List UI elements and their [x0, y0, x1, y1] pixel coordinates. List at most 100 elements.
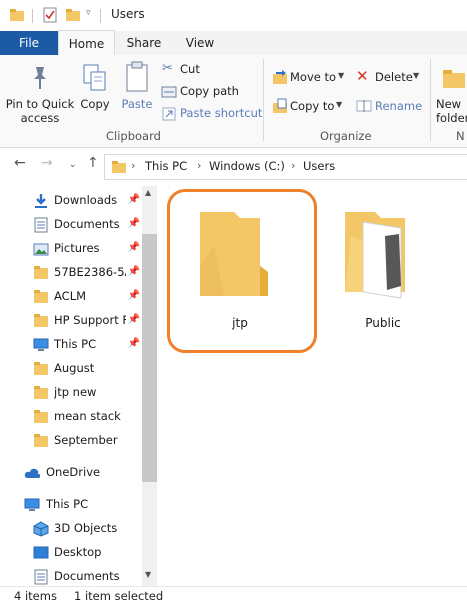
new-folder-icon[interactable] — [65, 7, 81, 23]
pin-icon: 📌 — [127, 194, 140, 205]
sidebar-item-aclm[interactable]: ACLM 📌 — [0, 286, 142, 308]
copy-to-button[interactable]: Copy to ▼ — [270, 96, 346, 116]
new-folder-line2: folder — [436, 111, 467, 125]
move-to-label: Move to — [290, 70, 337, 84]
breadcrumb-windows-c[interactable]: Windows (C:) — [209, 159, 285, 173]
delete-label: Delete — [375, 70, 413, 84]
tab-file[interactable]: File — [0, 31, 58, 55]
folder-shared-icon — [345, 212, 405, 299]
rename-button[interactable]: Rename — [354, 96, 422, 116]
sidebar-item-documents[interactable]: Documents 📌 — [0, 214, 142, 236]
breadcrumb-chevron-icon[interactable]: › — [131, 159, 135, 172]
pin-icon: 📌 — [127, 314, 140, 325]
ribbon-divider — [430, 59, 431, 141]
up-arrow-icon[interactable]: ↑ — [87, 155, 99, 171]
properties-icon[interactable] — [42, 6, 58, 23]
scroll-up-icon[interactable]: ▲ — [145, 188, 151, 197]
sidebar-item-downloads[interactable]: Downloads 📌 — [0, 190, 142, 212]
sidebar-item-this-pc[interactable]: This PC — [0, 494, 142, 516]
sidebar-item-label: This PC — [54, 337, 97, 351]
sidebar-item-documents-pc[interactable]: Documents — [0, 566, 142, 588]
sidebar-item-desktop[interactable]: Desktop — [0, 542, 142, 564]
desktop-icon — [33, 546, 49, 559]
sidebar-item-september[interactable]: September — [0, 430, 142, 452]
pictures-icon — [33, 243, 49, 256]
tab-share[interactable]: Share — [118, 31, 170, 55]
status-bar: 4 items 1 item selected — [0, 586, 467, 608]
paste-label: Paste — [121, 97, 153, 111]
sidebar-item-label: 3D Objects — [54, 521, 118, 535]
forward-arrow-icon[interactable]: → — [41, 155, 53, 171]
sidebar-item-onedrive[interactable]: OneDrive — [0, 462, 142, 484]
folder-name: Public — [365, 316, 401, 330]
pin-label-line2: access — [20, 111, 60, 125]
breadcrumb-this-pc[interactable]: This PC — [145, 159, 187, 173]
folder-icon — [10, 9, 24, 21]
copy-path-icon — [161, 86, 177, 98]
sidebar-item-label: August — [54, 361, 95, 375]
move-to-button[interactable]: Move to ▼ — [270, 67, 346, 87]
copy-path-label: Copy path — [180, 84, 239, 98]
computer-icon — [24, 498, 40, 511]
sidebar-item-pictures[interactable]: Pictures 📌 — [0, 238, 142, 260]
sidebar-item-label: HP Support F — [54, 313, 126, 327]
cut-label: Cut — [180, 62, 200, 76]
sidebar-item-jtp-new[interactable]: jtp new — [0, 382, 142, 404]
paste-shortcut-button[interactable]: Paste shortcut — [160, 105, 262, 123]
tab-view[interactable]: View — [175, 31, 225, 55]
copy-path-button[interactable]: Copy path — [160, 83, 260, 101]
sidebar-item-3d-objects[interactable]: 3D Objects — [0, 518, 142, 540]
navigation-pane: Downloads 📌 Documents 📌 Pictures 📌 57BE2… — [0, 186, 157, 586]
sidebar-item-mean-stack[interactable]: mean stack — [0, 406, 142, 428]
ribbon: Pin to Quick access Copy Paste ✂ Cut Cop… — [0, 55, 467, 148]
folder-icon — [34, 362, 48, 375]
new-folder-line1: New — [436, 97, 462, 111]
clipboard-group-label: Clipboard — [106, 129, 161, 143]
pin-icon — [34, 67, 46, 89]
folder-icon — [112, 161, 126, 173]
scroll-down-icon[interactable]: ▼ — [145, 570, 151, 579]
breadcrumb-chevron-icon[interactable]: › — [291, 159, 295, 172]
nav-scrollbar-thumb[interactable] — [142, 234, 157, 482]
copy-to-icon — [273, 98, 287, 113]
3d-objects-icon — [33, 521, 49, 537]
quick-access-dropdown-icon[interactable]: ▿ — [86, 8, 91, 18]
cut-button[interactable]: ✂ Cut — [160, 61, 260, 79]
folder-icon — [34, 410, 48, 423]
address-bar[interactable]: › This PC › Windows (C:) › Users — [104, 154, 467, 180]
copy-button[interactable]: Copy — [78, 57, 112, 127]
folder-icon — [34, 290, 48, 303]
title-bar: ▿ Users — [0, 0, 467, 31]
new-folder-button[interactable]: New folder — [436, 57, 467, 127]
tab-home[interactable]: Home — [58, 30, 115, 56]
pin-label-line1: Pin to Quick — [5, 97, 75, 111]
pin-icon: 📌 — [127, 266, 140, 277]
paste-button[interactable]: Paste — [117, 57, 157, 127]
pin-icon: 📌 — [127, 338, 140, 349]
pin-to-quick-access-button[interactable]: Pin to Quick access — [2, 57, 78, 127]
rename-icon — [356, 100, 372, 112]
back-arrow-icon[interactable]: ← — [14, 155, 26, 171]
sidebar-item-this-pc-pinned[interactable]: This PC 📌 — [0, 334, 142, 356]
new-folder-ribbon-icon — [443, 70, 465, 88]
ribbon-divider — [263, 59, 264, 141]
breadcrumb-users[interactable]: Users — [303, 159, 335, 173]
new-group-label: N — [456, 129, 465, 143]
cloud-icon — [24, 468, 40, 478]
sidebar-item-label: jtp new — [54, 385, 97, 399]
sidebar-item-57be2386[interactable]: 57BE2386-5A( 📌 — [0, 262, 142, 284]
folder-item-public[interactable]: Public — [323, 200, 443, 340]
breadcrumb-chevron-icon[interactable]: › — [197, 159, 201, 172]
delete-x-icon: ✕ — [356, 67, 369, 85]
sidebar-item-hp-support[interactable]: HP Support F 📌 — [0, 310, 142, 332]
sidebar-item-label: Documents — [54, 569, 120, 583]
item-count: 4 items — [14, 589, 57, 603]
delete-button[interactable]: ✕ Delete ▼ — [354, 67, 422, 87]
folder-icon — [34, 266, 48, 279]
sidebar-item-label: Documents — [54, 217, 120, 231]
download-arrow-icon — [35, 194, 47, 208]
pin-icon: 📌 — [127, 290, 140, 301]
recent-locations-icon[interactable]: ⌄ — [69, 160, 77, 170]
sidebar-item-label: September — [54, 433, 118, 447]
sidebar-item-august[interactable]: August — [0, 358, 142, 380]
